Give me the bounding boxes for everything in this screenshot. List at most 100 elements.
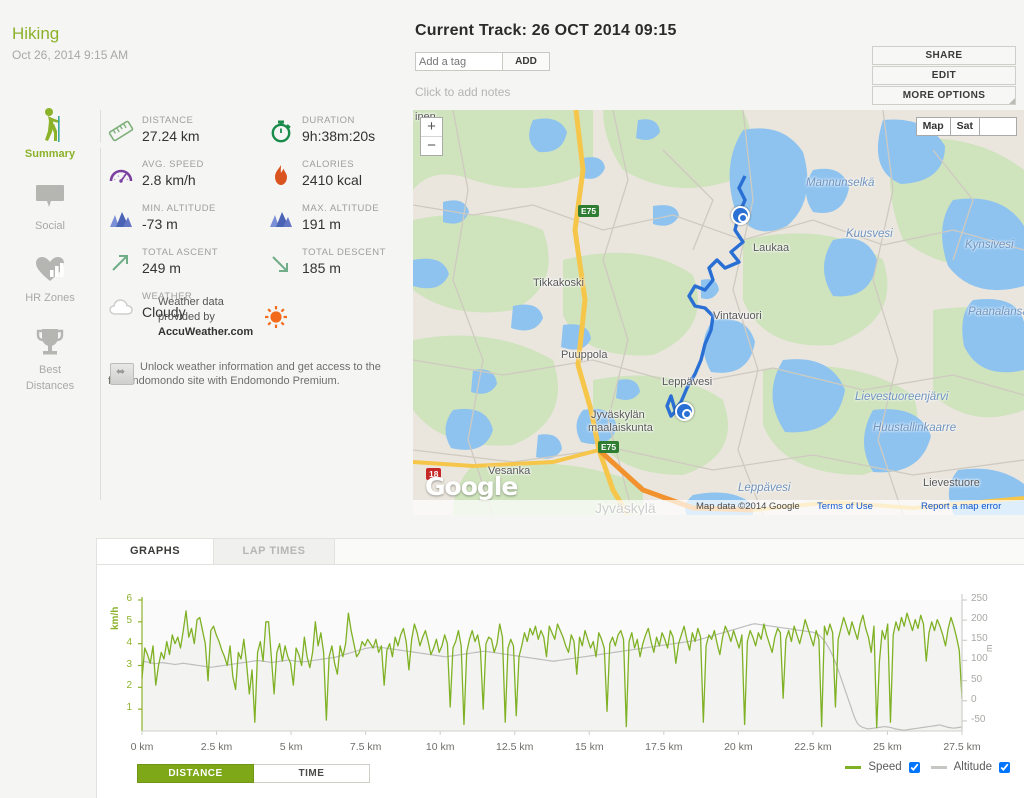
altitude-visibility-checkbox[interactable] bbox=[999, 761, 1010, 773]
chart-y2-tick: 200 bbox=[971, 613, 988, 625]
add-tag-button[interactable]: ADD bbox=[502, 52, 550, 71]
map-label: Paanalansa bbox=[968, 306, 1024, 318]
speech-bubble-icon bbox=[0, 177, 100, 217]
stat-calories-value: 2410 kcal bbox=[302, 172, 362, 188]
mountains-icon bbox=[268, 207, 296, 233]
map-label: Kynsivesi bbox=[965, 239, 1014, 251]
flame-icon bbox=[268, 163, 296, 189]
sidebar-item-summary[interactable]: Summary bbox=[0, 105, 100, 161]
stat-min-altitude-label: MIN. ALTITUDE bbox=[142, 203, 216, 214]
map-label: Laukaa bbox=[753, 242, 790, 254]
map-container[interactable]: + − Map Sat Google Map data ©2014 Google… bbox=[413, 110, 1024, 515]
route-shield-e75: E75 bbox=[598, 441, 620, 453]
chart-y2-tick: 50 bbox=[971, 673, 983, 685]
map-type-control[interactable]: Map Sat bbox=[915, 117, 1017, 136]
cloud-icon bbox=[108, 295, 136, 321]
zoom-out-button[interactable]: − bbox=[421, 137, 442, 155]
map-terms-link[interactable]: Terms of Use bbox=[817, 501, 873, 512]
sidebar-item-best-distances-label-1: Best bbox=[38, 364, 61, 376]
chart-legend: Speed Altitude bbox=[845, 761, 1010, 773]
accuweather-line1: Weather data bbox=[158, 296, 224, 308]
chart-tabs: GRAPHS LAP TIMES bbox=[97, 539, 1024, 565]
map-label: Leppävesi bbox=[662, 376, 713, 388]
speed-visibility-checkbox[interactable] bbox=[908, 761, 920, 773]
stat-duration-label: DURATION bbox=[302, 115, 355, 126]
accuweather-credit: Weather data provided by AccuWeather.com bbox=[158, 295, 298, 340]
hiker-icon bbox=[0, 105, 100, 145]
toggle-distance[interactable]: DISTANCE bbox=[137, 764, 254, 783]
edit-button[interactable]: EDIT bbox=[872, 66, 1016, 85]
stat-calories-label: CALORIES bbox=[302, 159, 355, 170]
chart-y2-tick: 100 bbox=[971, 653, 988, 665]
chart-x-tick: 15 km bbox=[574, 741, 604, 753]
share-button-label: SHARE bbox=[925, 50, 963, 61]
speed-legend-label: Speed bbox=[868, 761, 902, 773]
tab-lap-times[interactable]: LAP TIMES bbox=[214, 539, 335, 564]
map-label: Leppävesi bbox=[738, 482, 791, 494]
more-options-button[interactable]: MORE OPTIONS bbox=[872, 86, 1016, 105]
chart-y-tick: 4 bbox=[126, 636, 132, 648]
toggle-time[interactable]: TIME bbox=[254, 764, 370, 783]
speed-legend-line-icon bbox=[845, 765, 862, 769]
chart-x-tick: 5 km bbox=[279, 741, 303, 753]
map-label: Jyväskylän bbox=[591, 409, 645, 421]
premium-banner-text: Unlock weather information and get acces… bbox=[108, 361, 381, 387]
zoom-in-button[interactable]: + bbox=[421, 118, 442, 137]
accuweather-line2: provided by bbox=[158, 311, 215, 323]
map-label: Lievestuore bbox=[923, 477, 980, 489]
notes-field[interactable]: Click to add notes bbox=[415, 85, 510, 99]
map-type-expand-button[interactable] bbox=[980, 117, 1017, 136]
sidebar-item-summary-label: Summary bbox=[24, 148, 76, 160]
stat-min-altitude-value: -73 m bbox=[142, 216, 178, 232]
map-zoom-control[interactable]: + − bbox=[420, 117, 443, 156]
chart-y2-tick: -50 bbox=[971, 713, 986, 725]
dropdown-corner-icon bbox=[1009, 98, 1015, 104]
accuweather-link[interactable]: AccuWeather.com bbox=[158, 326, 253, 338]
sidebar: Summary Social HR Zones Best Distances bbox=[0, 105, 100, 409]
stat-total-descent-label: TOTAL DESCENT bbox=[302, 247, 386, 258]
activity-detail-page: Hiking Oct 26, 2014 9:15 AM Current Trac… bbox=[0, 0, 1024, 798]
activity-datetime: Oct 26, 2014 9:15 AM bbox=[12, 48, 129, 62]
map-report-error-link[interactable]: Report a map error bbox=[921, 501, 1001, 512]
track-end-marker[interactable] bbox=[675, 402, 694, 421]
share-button[interactable]: SHARE bbox=[872, 46, 1016, 65]
mountains-icon bbox=[108, 207, 136, 233]
map-type-sat-button[interactable]: Sat bbox=[950, 117, 980, 136]
map-type-map-button[interactable]: Map bbox=[915, 117, 951, 136]
stat-avg-speed-label: AVG. SPEED bbox=[142, 159, 204, 170]
sidebar-item-best-distances-label-2: Distances bbox=[25, 380, 75, 392]
map-label: Huustallinkaarre bbox=[873, 422, 957, 434]
premium-banner[interactable]: Unlock weather information and get acces… bbox=[108, 360, 398, 388]
chart-y-tick: 2 bbox=[126, 680, 132, 692]
chart-panel: GRAPHS LAP TIMES bbox=[96, 538, 1024, 798]
tag-input[interactable] bbox=[415, 52, 503, 71]
tab-graphs[interactable]: GRAPHS bbox=[97, 539, 214, 564]
stat-avg-speed-value: 2.8 km/h bbox=[142, 172, 196, 188]
ruler-icon bbox=[108, 119, 136, 145]
map-label: Mannunselkä bbox=[806, 177, 875, 189]
edit-button-label: EDIT bbox=[931, 70, 957, 81]
sidebar-item-hr-zones[interactable]: HR Zones bbox=[0, 249, 100, 305]
map-label: Puuppola bbox=[561, 349, 608, 361]
track-start-marker[interactable] bbox=[731, 206, 750, 225]
arrow-up-right-icon bbox=[108, 251, 136, 277]
heart-chart-icon bbox=[0, 249, 100, 289]
stat-max-altitude-value: 191 m bbox=[302, 216, 341, 232]
chart-x-tick: 25 km bbox=[873, 741, 902, 753]
chart-y-tick: 5 bbox=[126, 614, 132, 626]
sidebar-item-best-distances[interactable]: Best Distances bbox=[0, 321, 100, 393]
route-shield-e75: E75 bbox=[578, 205, 600, 217]
x-axis-mode-toggle[interactable]: DISTANCE TIME bbox=[137, 764, 370, 783]
chart-y2-tick: 0 bbox=[971, 693, 977, 705]
chart-x-tick: 7.5 km bbox=[349, 741, 382, 753]
stat-distance-value: 27.24 km bbox=[142, 128, 200, 144]
more-options-label: MORE OPTIONS bbox=[902, 90, 986, 101]
chart-y2-axis-label: m bbox=[984, 644, 994, 653]
stat-total-descent-value: 185 m bbox=[302, 260, 341, 276]
stat-duration-value: 9h:38m:20s bbox=[302, 128, 376, 144]
chart-y-tick: 1 bbox=[126, 702, 132, 714]
sidebar-item-social[interactable]: Social bbox=[0, 177, 100, 233]
page-title: Hiking bbox=[12, 24, 60, 43]
map-label: Vintavuori bbox=[713, 310, 762, 322]
chart-y2-tick: 250 bbox=[971, 593, 988, 604]
